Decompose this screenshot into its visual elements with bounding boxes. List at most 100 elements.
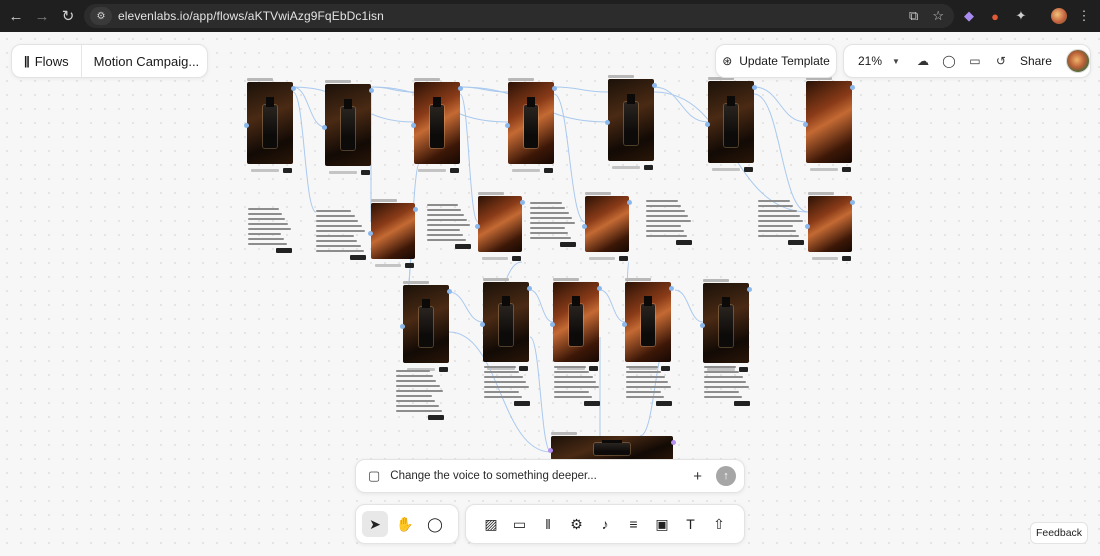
image-node[interactable]	[625, 282, 671, 362]
profile-icon[interactable]	[1049, 6, 1069, 26]
run-button[interactable]	[734, 401, 750, 406]
cloud-icon[interactable]: ☁	[910, 54, 936, 68]
cursor-icon[interactable]: ➤	[362, 511, 388, 537]
run-button[interactable]	[560, 242, 576, 247]
image-node[interactable]	[608, 79, 654, 161]
image-node[interactable]	[483, 282, 529, 362]
puzzle-icon[interactable]: ✦	[1011, 6, 1031, 26]
run-button[interactable]	[350, 255, 366, 260]
connection-port[interactable]	[413, 207, 418, 212]
run-button[interactable]	[512, 256, 521, 261]
run-button[interactable]	[405, 263, 414, 268]
connection-port[interactable]	[622, 322, 627, 327]
run-button[interactable]	[788, 240, 804, 245]
run-button[interactable]	[619, 256, 628, 261]
image-node[interactable]	[403, 285, 449, 363]
image-node[interactable]	[325, 84, 371, 166]
run-button[interactable]	[283, 168, 292, 173]
connection-port[interactable]	[520, 200, 525, 205]
connection-port[interactable]	[652, 83, 657, 88]
text-node[interactable]	[484, 366, 530, 406]
image-node[interactable]	[414, 82, 460, 164]
flows-button[interactable]: || Flows	[12, 45, 82, 77]
text-node[interactable]	[554, 366, 600, 406]
run-button[interactable]	[455, 244, 471, 249]
video-icon[interactable]: ▭	[507, 511, 533, 537]
update-template-button[interactable]: ⊛ Update Template	[715, 44, 837, 78]
run-button[interactable]	[544, 168, 553, 173]
image-node[interactable]	[371, 203, 415, 259]
connection-port[interactable]	[322, 125, 327, 130]
image-node[interactable]	[808, 196, 852, 252]
forward-arrow-icon[interactable]: →	[29, 3, 55, 29]
run-button[interactable]	[514, 401, 530, 406]
text-icon[interactable]: T	[678, 511, 704, 537]
run-button[interactable]	[676, 240, 692, 245]
text-node[interactable]	[646, 200, 692, 245]
comment-icon[interactable]: ◯	[422, 511, 448, 537]
text-node[interactable]	[248, 208, 292, 253]
install-app-icon[interactable]: ⧉	[909, 8, 918, 24]
run-button[interactable]	[656, 401, 672, 406]
run-button[interactable]	[744, 167, 753, 172]
flow-canvas[interactable]: || Flows Motion Campaig... ⊛ Update Temp…	[0, 32, 1100, 556]
connection-port[interactable]	[447, 289, 452, 294]
run-button[interactable]	[450, 168, 459, 173]
connection-port[interactable]	[480, 322, 485, 327]
connection-port[interactable]	[705, 122, 710, 127]
feedback-button[interactable]: Feedback	[1030, 522, 1088, 544]
run-button[interactable]	[842, 256, 851, 261]
connection-port[interactable]	[400, 324, 405, 329]
prompt-input[interactable]: Change the voice to something deeper...	[390, 470, 693, 482]
connection-port[interactable]	[527, 286, 532, 291]
back-arrow-icon[interactable]: ←	[3, 3, 29, 29]
send-arrow-icon[interactable]: ↑	[716, 466, 736, 486]
connection-port[interactable]	[550, 322, 555, 327]
image-node[interactable]	[508, 82, 554, 164]
upload-icon[interactable]: ⇧	[706, 511, 732, 537]
connection-port[interactable]	[803, 122, 808, 127]
connection-port[interactable]	[475, 224, 480, 229]
image-node[interactable]	[708, 81, 754, 163]
connection-port[interactable]	[458, 86, 463, 91]
add-attachment-icon[interactable]: +	[693, 468, 702, 485]
image-icon[interactable]: ▨	[478, 511, 504, 537]
text-node[interactable]	[316, 210, 366, 260]
run-button[interactable]	[361, 170, 370, 175]
connection-port[interactable]	[597, 286, 602, 291]
kebab-menu-icon[interactable]: ⋮	[1074, 6, 1094, 26]
image-node[interactable]	[247, 82, 293, 164]
text-node[interactable]	[758, 200, 804, 245]
image-node[interactable]	[806, 81, 852, 163]
image-node[interactable]	[703, 283, 749, 363]
comment-bubble-icon[interactable]: ◯	[936, 54, 962, 68]
avatar[interactable]	[1065, 49, 1090, 73]
connection-port[interactable]	[627, 200, 632, 205]
run-button[interactable]	[842, 167, 851, 172]
run-button[interactable]	[276, 248, 292, 253]
connection-port[interactable]	[805, 224, 810, 229]
connection-port[interactable]	[700, 323, 705, 328]
image-node[interactable]	[551, 436, 673, 460]
music-note-icon[interactable]: ♪	[592, 511, 618, 537]
image-node[interactable]	[553, 282, 599, 362]
connection-port[interactable]	[368, 231, 373, 236]
connection-port[interactable]	[411, 123, 416, 128]
address-bar[interactable]: ⚙ elevenlabs.io/app/flows/aKTVwiAzg9FqEb…	[84, 4, 954, 28]
reload-icon[interactable]: ↻	[55, 3, 81, 29]
url-text[interactable]: elevenlabs.io/app/flows/aKTVwiAzg9FqEbDc…	[118, 9, 384, 23]
star-icon[interactable]: ☆	[932, 8, 944, 24]
connection-port[interactable]	[671, 440, 676, 445]
hand-icon[interactable]: ✋	[392, 511, 418, 537]
history-icon[interactable]: ↺	[988, 54, 1014, 68]
connection-port[interactable]	[291, 86, 296, 91]
connection-port[interactable]	[605, 120, 610, 125]
folder-icon[interactable]: ▭	[962, 54, 988, 68]
text-node[interactable]	[530, 202, 576, 247]
share-button[interactable]: Share	[1020, 54, 1052, 68]
picture-frame-icon[interactable]: ▣	[649, 511, 675, 537]
connection-port[interactable]	[850, 85, 855, 90]
run-button[interactable]	[428, 415, 444, 420]
connection-port[interactable]	[582, 224, 587, 229]
gear-icon[interactable]: ⚙	[564, 511, 590, 537]
